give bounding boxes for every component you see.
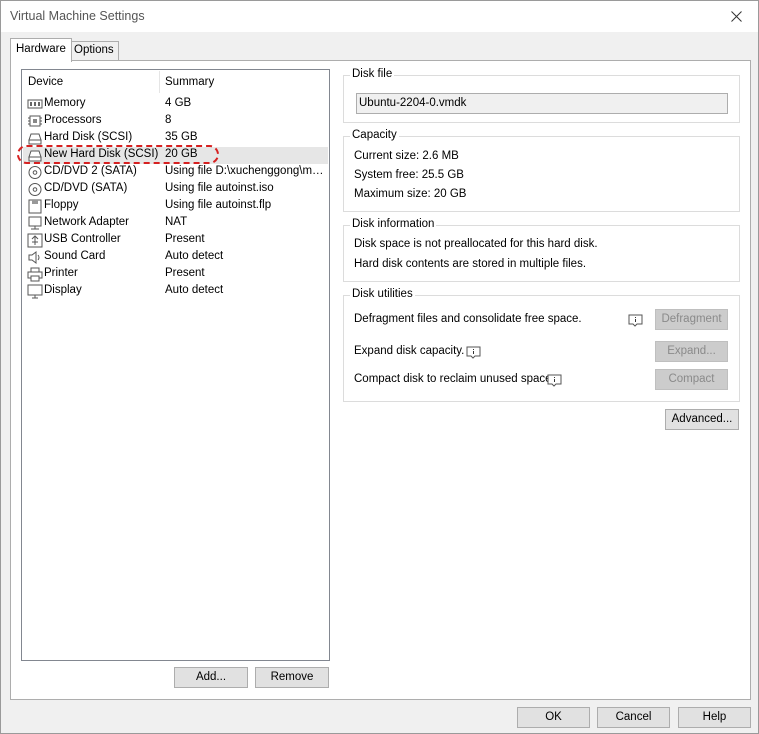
memory-icon: [27, 99, 43, 109]
device-row-cd-dvd[interactable]: CD/DVD (SATA) Using file autoinst.iso: [23, 181, 328, 198]
disk-utilities-group: Disk utilities Defragment files and cons…: [343, 288, 740, 402]
device-name: CD/DVD (SATA): [44, 182, 128, 194]
compact-text: Compact disk to reclaim unused space.: [354, 373, 555, 385]
info-icon[interactable]: [547, 374, 562, 387]
device-name: Processors: [44, 114, 102, 126]
device-list[interactable]: Device Summary Memory 4 GB Processors 8 …: [21, 69, 330, 661]
printer-icon: [27, 267, 43, 282]
device-summary: Auto detect: [165, 284, 224, 296]
cd-dvd-icon: [28, 166, 42, 179]
device-name: Memory: [44, 97, 86, 109]
expand-button[interactable]: Expand...: [655, 341, 728, 362]
remove-device-button[interactable]: Remove: [255, 667, 329, 688]
device-name: Printer: [44, 267, 78, 279]
device-row-new-hard-disk[interactable]: New Hard Disk (SCSI) 20 GB: [23, 147, 328, 164]
device-summary: 4 GB: [165, 97, 192, 109]
disk-information-label: Disk information: [350, 218, 437, 230]
compact-button[interactable]: Compact: [655, 369, 728, 390]
current-size-text: Current size: 2.6 MB: [354, 150, 459, 162]
preallocation-text: Disk space is not preallocated for this …: [354, 238, 598, 250]
device-summary: 35 GB: [165, 131, 198, 143]
device-name: Network Adapter: [44, 216, 130, 228]
device-row-display[interactable]: Display Auto detect: [23, 283, 328, 300]
device-row-usb-controller[interactable]: USB Controller Present: [23, 232, 328, 249]
close-button[interactable]: [714, 1, 758, 32]
device-name: Hard Disk (SCSI): [44, 131, 133, 143]
multiple-files-text: Hard disk contents are stored in multipl…: [354, 258, 587, 270]
system-free-text: System free: 25.5 GB: [354, 169, 464, 181]
disk-file-field[interactable]: Ubuntu-2204-0.vmdk: [356, 93, 728, 114]
processor-icon: [28, 115, 42, 127]
device-summary: 8: [165, 114, 172, 126]
expand-text: Expand disk capacity.: [354, 345, 465, 357]
device-row-printer[interactable]: Printer Present: [23, 266, 328, 283]
column-header-summary[interactable]: Summary: [165, 76, 214, 88]
device-name: CD/DVD 2 (SATA): [44, 165, 137, 177]
device-name: Display: [44, 284, 82, 296]
device-row-sound-card[interactable]: Sound Card Auto detect: [23, 249, 328, 266]
device-name: New Hard Disk (SCSI): [44, 148, 159, 160]
device-summary: NAT: [165, 216, 188, 228]
column-header-device[interactable]: Device: [28, 76, 63, 88]
title-bar[interactable]: Virtual Machine Settings: [1, 1, 758, 32]
hard-disk-icon: [28, 150, 42, 162]
device-summary: Present: [165, 233, 205, 245]
disk-file-label: Disk file: [350, 68, 395, 80]
disk-file-group: Disk file Ubuntu-2204-0.vmdk: [343, 68, 740, 123]
device-summary: Using file autoinst.iso: [165, 182, 274, 194]
device-summary: Using file autoinst.flp: [165, 199, 272, 211]
disk-information-group: Disk information Disk space is not preal…: [343, 218, 740, 282]
device-name: Sound Card: [44, 250, 106, 262]
display-icon: [27, 284, 43, 299]
cd-dvd-icon: [28, 183, 42, 196]
network-adapter-icon: [28, 216, 42, 230]
ok-button[interactable]: OK: [517, 707, 590, 728]
help-button[interactable]: Help: [678, 707, 751, 728]
device-summary: Auto detect: [165, 250, 224, 262]
disk-utilities-label: Disk utilities: [350, 288, 415, 300]
device-row-processors[interactable]: Processors 8: [23, 113, 328, 130]
device-row-network-adapter[interactable]: Network Adapter NAT: [23, 215, 328, 232]
column-divider[interactable]: [159, 71, 160, 93]
close-icon: [730, 11, 742, 22]
usb-icon: [27, 233, 43, 248]
info-icon[interactable]: [466, 346, 481, 359]
device-row-hard-disk[interactable]: Hard Disk (SCSI) 35 GB: [23, 130, 328, 147]
defragment-text: Defragment files and consolidate free sp…: [354, 313, 582, 325]
device-row-floppy[interactable]: Floppy Using file autoinst.flp: [23, 198, 328, 215]
floppy-icon: [28, 199, 42, 214]
device-name: USB Controller: [44, 233, 121, 245]
tab-options[interactable]: Options: [69, 41, 119, 60]
cancel-button[interactable]: Cancel: [597, 707, 670, 728]
device-list-header: Device Summary: [22, 70, 329, 94]
capacity-group: Capacity Current size: 2.6 MB System fre…: [343, 129, 740, 212]
defragment-button[interactable]: Defragment: [655, 309, 728, 330]
device-summary: Present: [165, 267, 205, 279]
vm-settings-window: Virtual Machine Settings Hardware Option…: [0, 0, 759, 734]
sound-card-icon: [28, 251, 40, 264]
maximum-size-text: Maximum size: 20 GB: [354, 188, 467, 200]
device-summary: Using file D:\xuchenggong\ma...: [165, 165, 325, 177]
window-title: Virtual Machine Settings: [10, 9, 145, 23]
hard-disk-icon: [28, 133, 42, 145]
advanced-button[interactable]: Advanced...: [665, 409, 739, 430]
info-icon[interactable]: [628, 314, 643, 327]
tab-hardware[interactable]: Hardware: [10, 38, 72, 62]
device-summary: 20 GB: [165, 148, 198, 160]
capacity-label: Capacity: [350, 129, 399, 141]
device-row-memory[interactable]: Memory 4 GB: [23, 96, 328, 113]
device-name: Floppy: [44, 199, 79, 211]
device-row-cd-dvd-2[interactable]: CD/DVD 2 (SATA) Using file D:\xuchenggon…: [23, 164, 328, 181]
add-device-button[interactable]: Add...: [174, 667, 248, 688]
